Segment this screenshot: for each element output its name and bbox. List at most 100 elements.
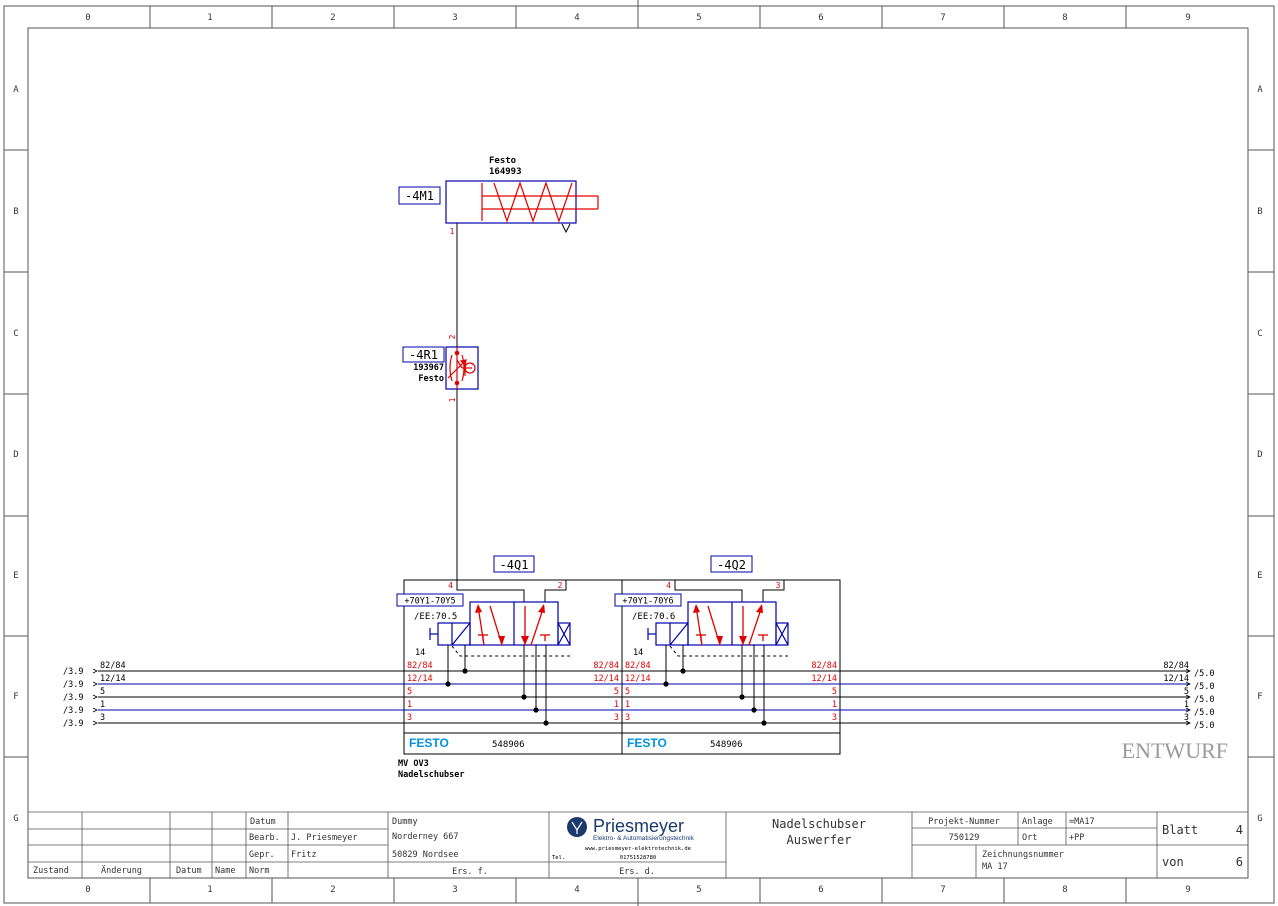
rev-header-aenderung: Änderung — [101, 865, 142, 876]
q2-bus-in: 1 — [625, 700, 630, 710]
q1-ref: +70Y1-70Y5 — [404, 597, 455, 607]
bus-name: 82/84 — [1163, 661, 1189, 671]
q1-bus-out: 82/84 — [593, 661, 619, 671]
blatt-value: 4 — [1236, 823, 1243, 837]
von-value: 6 — [1236, 855, 1243, 869]
cross-ref-right[interactable]: /5.0 — [1194, 708, 1214, 718]
row-label: F — [13, 692, 18, 702]
rev-header-norm: Norm — [249, 866, 269, 876]
q1-ee-ref: /EE:70.5 — [414, 612, 457, 622]
q2-ref: +70Y1-70Y6 — [622, 597, 673, 607]
q2-port-a: 4 — [666, 581, 671, 590]
row-label: E — [13, 571, 18, 581]
drawing-title-line2: Auswerfer — [786, 833, 851, 847]
blatt-label: Blatt — [1162, 823, 1198, 837]
q2-bus-out: 3 — [832, 713, 837, 723]
col-label: 9 — [1185, 13, 1190, 23]
company-web[interactable]: www.priesmeyer-elektrotechnik.de — [585, 846, 691, 852]
row-label: A — [13, 85, 19, 95]
zeichnung-label: Zeichnungsnummer — [982, 850, 1064, 860]
q1-arrow-heads — [475, 604, 545, 645]
col-label: 3 — [452, 13, 457, 23]
col-label: 2 — [330, 885, 335, 895]
r1-maker: Festo — [418, 374, 444, 384]
bus-name: 1 — [100, 700, 105, 710]
cylinder-4m1[interactable]: Festo 164993 -4M1 1 — [398, 156, 599, 236]
cross-ref-right[interactable]: /5.0 — [1194, 669, 1214, 679]
row-label: D — [1257, 450, 1262, 460]
row-label: A — [1257, 85, 1263, 95]
q1-brand-logo: FESTO — [409, 736, 449, 750]
customer-line3: 50829 Nordsee — [392, 850, 459, 860]
company-tel: 01751528780 — [620, 855, 656, 861]
row-label: G — [1257, 814, 1262, 824]
q2-bus-in: 82/84 — [625, 661, 651, 671]
q2-pilot-dashed — [669, 645, 788, 657]
col-label: 7 — [940, 13, 945, 23]
cross-ref-right[interactable]: /5.0 — [1194, 682, 1214, 692]
sheet-numbering: Blatt 4 von 6 — [1162, 823, 1243, 869]
q2-bus-out: 1 — [832, 700, 837, 710]
q1-bus-in: 5 — [407, 687, 412, 697]
cross-ref-left[interactable]: /3.9 — [63, 706, 83, 716]
cross-ref-right[interactable]: /5.0 — [1194, 695, 1214, 705]
bus-name: 12/14 — [100, 674, 126, 684]
project-info: Projekt-Nummer 750129 Anlage =MA17 Ort +… — [928, 817, 1094, 872]
row-label: E — [1257, 571, 1262, 581]
q2-bus-in: 3 — [625, 713, 630, 723]
r1-connection-dot — [454, 380, 460, 386]
bus-left-names: 82/84 12/14 5 1 3 — [100, 661, 126, 723]
col-label: 0 — [85, 13, 90, 23]
cross-ref-left[interactable]: /3.9 — [63, 680, 83, 690]
col-label: 4 — [574, 13, 579, 23]
anlage-label: Anlage — [1022, 817, 1053, 827]
bus-left-arrows — [92, 668, 98, 726]
q1-port-lines — [456, 580, 567, 602]
throttle-valve-4r1[interactable]: -4R1 193967 Festo 2 1 — [402, 334, 479, 402]
block-caption-line1: MV OV3 — [398, 759, 429, 769]
m1-exhaust-icon — [561, 223, 571, 234]
m1-cylinder-body — [445, 180, 577, 224]
bus-name: 12/14 — [1163, 674, 1189, 684]
company-name: Priesmeyer — [593, 816, 684, 836]
ort-value: +PP — [1069, 833, 1084, 843]
bus-right-refs: /5.0 /5.0 /5.0 /5.0 /5.0 — [1194, 669, 1214, 731]
col-label: 7 — [940, 885, 945, 895]
col-label: 1 — [207, 13, 212, 23]
r1-connection-dot — [454, 350, 460, 356]
company-tagline: Elektro- & Automatisierungstechnik — [593, 835, 695, 842]
revision-table: Zustand Änderung Datum Name Norm — [33, 865, 269, 876]
m1-maker: Festo — [489, 156, 516, 166]
col-label: 5 — [696, 885, 701, 895]
cross-ref-left[interactable]: /3.9 — [63, 719, 83, 729]
col-label: 9 — [1185, 885, 1190, 895]
col-label: 8 — [1062, 885, 1067, 895]
company-block: Priesmeyer Elektro- & Automatisierungste… — [552, 816, 695, 877]
row-labels-left: A B C D E F G — [13, 85, 19, 824]
row-label: C — [13, 329, 18, 339]
q2-bus-out: 12/14 — [811, 674, 837, 684]
q2-brand-logo: FESTO — [627, 736, 667, 750]
bus-name: 82/84 — [100, 661, 126, 671]
label-datum: Datum — [250, 817, 276, 827]
r1-port-top: 2 — [448, 334, 457, 339]
col-label: 4 — [574, 885, 579, 895]
r1-internals — [447, 347, 476, 389]
schematic-sheet: 0 1 2 3 4 5 6 7 8 9 0 1 2 3 4 5 6 7 8 9 … — [3, 0, 1275, 906]
cross-ref-right[interactable]: /5.0 — [1194, 721, 1214, 731]
q1-bus-out: 5 — [614, 687, 619, 697]
col-label: 0 — [85, 885, 90, 895]
q2-pilot-port: 14 — [633, 648, 643, 658]
cross-ref-left[interactable]: /3.9 — [63, 693, 83, 703]
company-tel-label: Tel. — [552, 855, 565, 861]
draft-watermark: ENTWURF — [1122, 738, 1228, 763]
col-label: 5 — [696, 13, 701, 23]
q2-part-number: 548906 — [710, 740, 743, 750]
col-label: 6 — [818, 885, 823, 895]
q1-bus-in: 1 — [407, 700, 412, 710]
bus-name: 3 — [100, 713, 105, 723]
row-label: F — [1257, 692, 1262, 702]
cross-ref-left[interactable]: /3.9 — [63, 667, 83, 677]
drawing-title: Nadelschubser Auswerfer — [772, 817, 866, 847]
q1-part-number: 548906 — [492, 740, 525, 750]
